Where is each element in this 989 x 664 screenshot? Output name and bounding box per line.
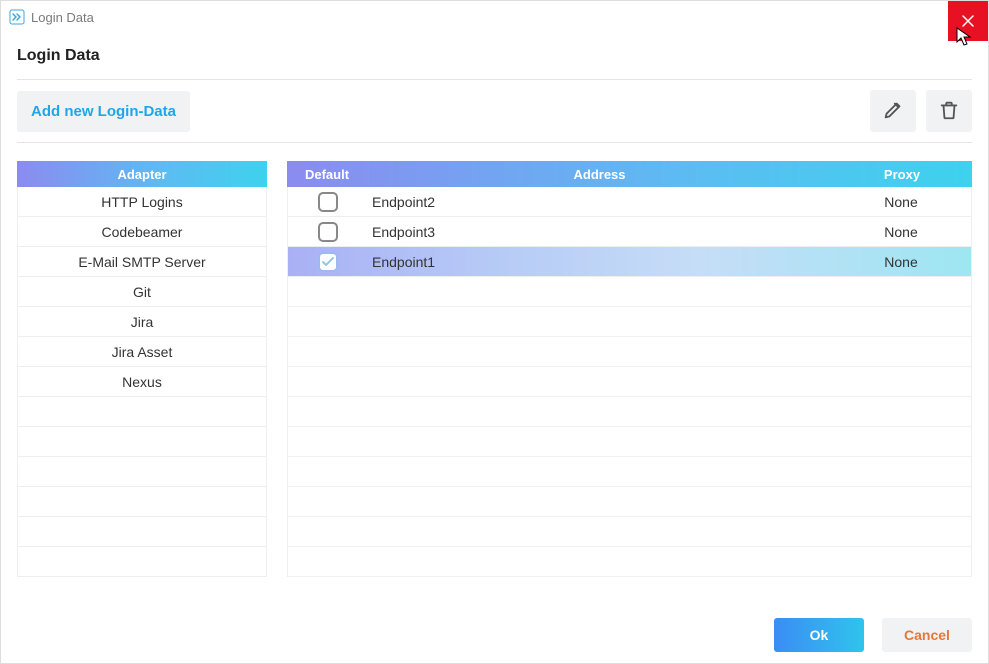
col-header-address: Address — [367, 167, 832, 182]
default-checkbox[interactable] — [318, 252, 338, 272]
adapter-item[interactable]: Nexus — [18, 367, 266, 397]
window-close-button[interactable] — [948, 1, 988, 41]
login-data-dialog: Login Data Login Data Add new Login-Data — [0, 0, 989, 664]
adapter-item-label: Codebeamer — [102, 224, 183, 240]
entry-address: Endpoint3 — [368, 224, 831, 240]
adapter-empty-row — [18, 397, 266, 427]
adapter-item[interactable]: Git — [18, 277, 266, 307]
adapter-item-label: Git — [133, 284, 151, 300]
entry-empty-row — [288, 427, 971, 457]
adapter-item[interactable]: Jira Asset — [18, 337, 266, 367]
trash-icon — [938, 99, 960, 124]
adapter-item[interactable]: Codebeamer — [18, 217, 266, 247]
entry-empty-row — [288, 307, 971, 337]
dialog-footer: Ok Cancel — [1, 607, 988, 663]
adapter-empty-row — [18, 487, 266, 517]
cancel-button[interactable]: Cancel — [882, 618, 972, 652]
adapter-empty-row — [18, 457, 266, 487]
entry-empty-row — [288, 517, 971, 547]
adapter-item-label: E-Mail SMTP Server — [78, 254, 205, 270]
add-login-data-button[interactable]: Add new Login-Data — [17, 91, 190, 132]
entry-empty-row — [288, 487, 971, 517]
adapter-header: Adapter — [17, 161, 267, 187]
pencil-icon — [882, 99, 904, 124]
entries-header: Default Address Proxy — [287, 161, 972, 187]
adapter-empty-row — [18, 547, 266, 577]
entries-table: Default Address Proxy Endpoint2NoneEndpo… — [287, 161, 972, 591]
adapter-empty-row — [18, 517, 266, 547]
adapter-item-label: Jira — [131, 314, 154, 330]
toolbar: Add new Login-Data — [17, 79, 972, 143]
delete-button[interactable] — [926, 90, 972, 132]
entry-empty-row — [288, 397, 971, 427]
entry-empty-row — [288, 367, 971, 397]
entry-row[interactable]: Endpoint3None — [288, 217, 971, 247]
entry-proxy: None — [831, 224, 971, 240]
entry-empty-row — [288, 457, 971, 487]
adapter-item[interactable]: HTTP Logins — [18, 187, 266, 217]
default-checkbox[interactable] — [318, 222, 338, 242]
entry-row[interactable]: Endpoint2None — [288, 187, 971, 217]
edit-button[interactable] — [870, 90, 916, 132]
window-title: Login Data — [31, 10, 94, 25]
entry-row[interactable]: Endpoint1None — [288, 247, 971, 277]
entry-empty-row — [288, 277, 971, 307]
adapter-list: Adapter HTTP Logins Codebeamer E-Mail SMTP… — [17, 161, 267, 591]
entry-address: Endpoint1 — [368, 254, 831, 270]
adapter-item-label: Jira Asset — [112, 344, 173, 360]
entry-empty-row — [288, 547, 971, 577]
entry-address: Endpoint2 — [368, 194, 831, 210]
app-icon — [9, 9, 25, 25]
adapter-item[interactable]: E-Mail SMTP Server — [18, 247, 266, 277]
entry-proxy: None — [831, 194, 971, 210]
adapter-item-label: Nexus — [122, 374, 162, 390]
entry-proxy: None — [831, 254, 971, 270]
default-checkbox[interactable] — [318, 192, 338, 212]
adapter-empty-row — [18, 427, 266, 457]
adapter-item-label: HTTP Logins — [101, 194, 182, 210]
titlebar: Login Data — [1, 1, 988, 33]
ok-button[interactable]: Ok — [774, 618, 864, 652]
adapter-item[interactable]: Jira — [18, 307, 266, 337]
entry-empty-row — [288, 337, 971, 367]
col-header-default: Default — [287, 167, 367, 182]
page-title: Login Data — [17, 47, 972, 65]
col-header-proxy: Proxy — [832, 167, 972, 182]
